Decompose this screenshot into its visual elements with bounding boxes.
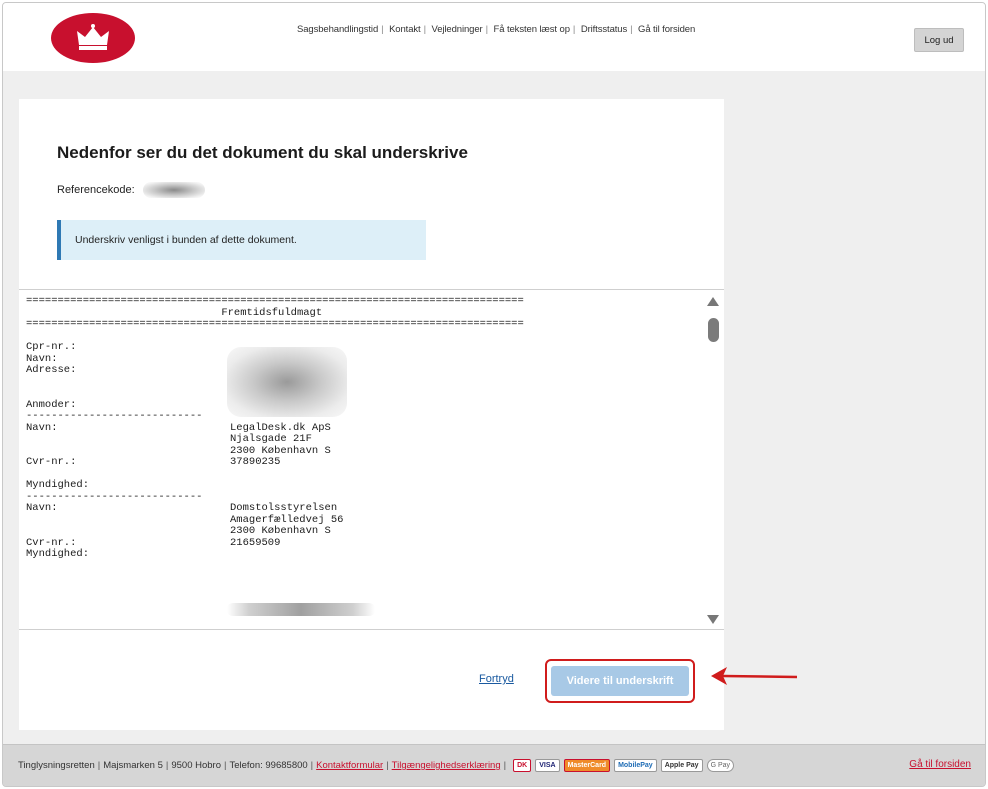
browser-frame: Sagsbehandlingstid | Kontakt | Vejledninge… xyxy=(2,2,986,787)
google-pay-icon: G Pay xyxy=(706,759,735,772)
footer-address: Majsmarken 5 xyxy=(103,760,163,771)
accessibility-link[interactable]: Tilgængelighedserklæring xyxy=(392,760,501,771)
cancel-link[interactable]: Fortryd xyxy=(479,673,514,685)
reference-label: Referencekode: xyxy=(57,184,135,196)
name-label: Navn: xyxy=(26,352,58,365)
footer-info: Tinglysningsretten | Majsmarken 5 | 9500 H… xyxy=(18,759,735,772)
document-viewer[interactable]: ========================================… xyxy=(19,289,724,630)
site-header: Sagsbehandlingstid | Kontakt | Vejledninge… xyxy=(3,3,985,71)
scroll-thumb[interactable] xyxy=(708,318,719,342)
logout-button[interactable]: Log ud xyxy=(914,28,964,52)
dash-line: ---------------------------- xyxy=(26,490,203,503)
mobilepay-icon: MobilePay xyxy=(614,759,657,772)
authority-cvr-row: Cvr-nr.: 21659509 xyxy=(26,536,281,549)
footer-org: Tinglysningsretten xyxy=(18,760,95,771)
dash-line: ---------------------------- xyxy=(26,410,203,422)
tinglysningsretten-logo[interactable] xyxy=(51,13,135,63)
requester-cvr-row: Cvr-nr.: 37890235 xyxy=(26,456,281,468)
rule-line: ========================================… xyxy=(26,318,524,330)
requester-street: Njalsgade 21F xyxy=(230,433,312,445)
apple-pay-icon: Apple Pay xyxy=(660,759,703,772)
nav-kontakt[interactable]: Kontakt xyxy=(389,24,421,35)
content-card: Nedenfor ser du det dokument du skal und… xyxy=(19,99,798,730)
footer-home-link[interactable]: Gå til forsiden xyxy=(909,759,971,770)
nav-home[interactable]: Gå til forsiden xyxy=(638,24,695,35)
nav-sagsbehandlingstid[interactable]: Sagsbehandlingstid xyxy=(297,24,378,35)
crown-icon xyxy=(77,24,109,50)
authority-sub-label: Myndighed: xyxy=(26,548,90,560)
nav-driftsstatus[interactable]: Driftsstatus xyxy=(581,24,627,35)
footer-city: 9500 Hobro xyxy=(171,760,222,771)
requester-name-row: Navn: LegalDesk.dk ApS xyxy=(26,421,331,434)
cpr-label: Cpr-nr.: xyxy=(26,341,77,353)
scroll-up-icon[interactable] xyxy=(707,297,719,306)
rule-line: ========================================… xyxy=(26,295,524,307)
notice-text: Underskriv venligst i bunden af dette do… xyxy=(75,234,297,246)
reference-row: Referencekode: xyxy=(57,182,205,198)
reference-code-redacted xyxy=(142,182,205,198)
authority-name: Domstolsstyrelsen xyxy=(230,502,338,514)
requester-cvr: 37890235 xyxy=(230,456,281,468)
red-arrow-icon xyxy=(711,667,798,685)
authority-cvr: 21659509 xyxy=(230,536,281,549)
contact-form-link[interactable]: Kontaktformular xyxy=(316,760,383,771)
authority-name-row: Navn: Domstolsstyrelsen xyxy=(26,502,338,514)
address-label: Adresse: xyxy=(26,364,77,376)
authority-redacted xyxy=(227,603,375,616)
top-navigation: Sagsbehandlingstid | Kontakt | Vejledninge… xyxy=(297,24,696,35)
nav-read-aloud[interactable]: Få teksten læst op xyxy=(494,24,570,35)
personal-info-redacted xyxy=(227,347,347,417)
visa-icon: VISA xyxy=(535,759,560,772)
document-scrollbar[interactable] xyxy=(702,290,724,629)
page-title: Nedenfor ser du det dokument du skal und… xyxy=(57,143,468,162)
dankort-icon: DK xyxy=(513,759,532,772)
scroll-down-icon[interactable] xyxy=(707,615,719,624)
info-notice: Underskriv venligst i bunden af dette do… xyxy=(57,220,426,260)
mastercard-icon: MasterCard xyxy=(563,759,611,772)
footer-phone: Telefon: 99685800 xyxy=(229,760,308,771)
proceed-to-signature-button[interactable]: Videre til underskrift xyxy=(551,666,689,696)
authority-city: 2300 København S xyxy=(230,525,331,537)
document-text: ========================================… xyxy=(26,295,696,561)
nav-vejledninger[interactable]: Vejledninger xyxy=(432,24,483,35)
authority-label: Myndighed: xyxy=(26,479,90,491)
site-footer: Tinglysningsretten | Majsmarken 5 | 9500 H… xyxy=(3,744,985,786)
